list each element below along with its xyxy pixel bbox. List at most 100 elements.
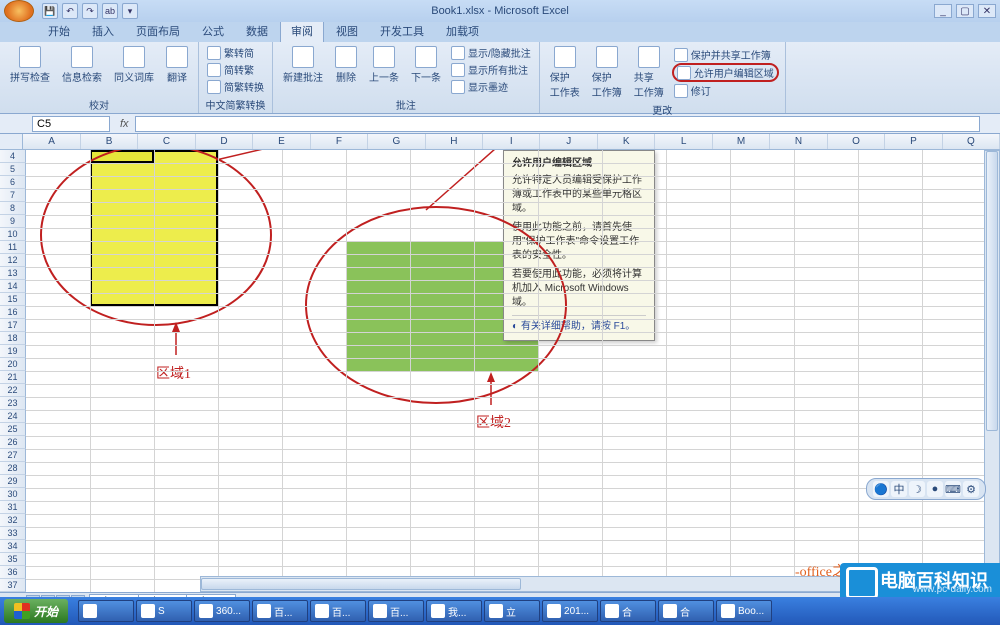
row-header[interactable]: 15 <box>0 293 26 306</box>
column-header[interactable]: L <box>655 134 712 149</box>
qat-dropdown-icon[interactable]: ▾ <box>122 3 138 19</box>
showink-button[interactable]: 显示墨迹 <box>449 78 533 95</box>
protect-sheet-button[interactable]: 保护 工作表 <box>546 44 584 101</box>
row-header[interactable]: 11 <box>0 241 26 254</box>
row-header[interactable]: 12 <box>0 254 26 267</box>
row-header[interactable]: 31 <box>0 501 26 514</box>
start-button[interactable]: 开始 <box>4 599 68 623</box>
close-button[interactable]: ✕ <box>978 4 996 18</box>
vertical-scrollbar[interactable] <box>984 150 1000 576</box>
ime-icon[interactable]: 🔵 <box>873 481 889 497</box>
column-header[interactable]: J <box>540 134 597 149</box>
row-header[interactable]: 27 <box>0 449 26 462</box>
new-comment-button[interactable]: 新建批注 <box>279 44 327 95</box>
ime-settings-icon[interactable]: ⚙ <box>963 481 979 497</box>
taskbar-item[interactable]: 201... <box>542 600 598 622</box>
tab-data[interactable]: 数据 <box>236 20 278 42</box>
column-header[interactable]: G <box>368 134 425 149</box>
row-header[interactable]: 5 <box>0 163 26 176</box>
column-header[interactable]: D <box>196 134 253 149</box>
save-icon[interactable]: 💾 <box>42 3 58 19</box>
tab-insert[interactable]: 插入 <box>82 20 124 42</box>
column-header[interactable]: E <box>253 134 310 149</box>
ime-toolbar[interactable]: 🔵 中 ☽ ● ⌨ ⚙ <box>866 478 986 500</box>
row-header[interactable]: 30 <box>0 488 26 501</box>
column-header[interactable]: M <box>713 134 770 149</box>
taskbar-item[interactable]: 360... <box>194 600 250 622</box>
conv-button[interactable]: 简繁转换 <box>205 78 266 95</box>
tab-view[interactable]: 视图 <box>326 20 368 42</box>
column-header[interactable]: H <box>426 134 483 149</box>
row-header[interactable]: 19 <box>0 345 26 358</box>
tab-layout[interactable]: 页面布局 <box>126 20 190 42</box>
row-header[interactable]: 10 <box>0 228 26 241</box>
ime-cn-icon[interactable]: 中 <box>891 481 907 497</box>
cells-area[interactable]: 允许用户编辑区域 允许特定人员编辑受保护工作簿或工作表中的某些单元格区域。 使用… <box>26 150 1000 592</box>
taskbar-item[interactable] <box>78 600 134 622</box>
row-header[interactable]: 35 <box>0 553 26 566</box>
research-button[interactable]: 信息检索 <box>58 44 106 86</box>
undo-icon[interactable]: ↶ <box>62 3 78 19</box>
row-header[interactable]: 14 <box>0 280 26 293</box>
row-header[interactable]: 21 <box>0 371 26 384</box>
row-header[interactable]: 7 <box>0 189 26 202</box>
row-header[interactable]: 8 <box>0 202 26 215</box>
column-header[interactable]: P <box>885 134 942 149</box>
fx-icon[interactable]: fx <box>114 118 135 130</box>
tab-home[interactable]: 开始 <box>38 20 80 42</box>
ime-punct-icon[interactable]: ● <box>927 481 943 497</box>
office-button[interactable] <box>4 0 34 22</box>
protect-book-button[interactable]: 保护 工作簿 <box>588 44 626 101</box>
t2s-button[interactable]: 繁转简 <box>205 44 266 61</box>
formula-input[interactable] <box>135 116 980 132</box>
worksheet-grid[interactable]: ABCDEFGHIJKLMNOPQ 4567891011121314151617… <box>0 134 1000 592</box>
column-header[interactable]: K <box>598 134 655 149</box>
translate-button[interactable]: 翻译 <box>162 44 192 86</box>
taskbar-item[interactable]: 立 <box>484 600 540 622</box>
row-header[interactable]: 23 <box>0 397 26 410</box>
showhide-comment-button[interactable]: 显示/隐藏批注 <box>449 44 533 61</box>
taskbar-item[interactable]: 合 <box>658 600 714 622</box>
name-box[interactable]: C5 <box>32 116 110 132</box>
row-header[interactable]: 16 <box>0 306 26 319</box>
minimize-button[interactable]: _ <box>934 4 952 18</box>
tab-developer[interactable]: 开发工具 <box>370 20 434 42</box>
row-header[interactable]: 24 <box>0 410 26 423</box>
taskbar-item[interactable]: 百... <box>310 600 366 622</box>
row-header[interactable]: 36 <box>0 566 26 579</box>
column-header[interactable]: O <box>828 134 885 149</box>
track-changes-button[interactable]: 修订 <box>672 82 779 99</box>
ime-moon-icon[interactable]: ☽ <box>909 481 925 497</box>
row-header[interactable]: 33 <box>0 527 26 540</box>
next-comment-button[interactable]: 下一条 <box>407 44 445 95</box>
delete-comment-button[interactable]: 删除 <box>331 44 361 95</box>
qat-item[interactable]: ab <box>102 3 118 19</box>
select-all-corner[interactable] <box>0 134 23 149</box>
scroll-thumb[interactable] <box>201 578 521 590</box>
allow-edit-ranges-button[interactable]: 允许用户编辑区域 <box>672 63 779 82</box>
row-header[interactable]: 9 <box>0 215 26 228</box>
maximize-button[interactable]: ▢ <box>956 4 974 18</box>
row-header[interactable]: 6 <box>0 176 26 189</box>
row-header[interactable]: 34 <box>0 540 26 553</box>
share-book-button[interactable]: 共享 工作簿 <box>630 44 668 101</box>
row-header[interactable]: 26 <box>0 436 26 449</box>
column-header[interactable]: I <box>483 134 540 149</box>
taskbar-item[interactable]: 百... <box>252 600 308 622</box>
protect-share-button[interactable]: 保护并共享工作簿 <box>672 46 779 63</box>
row-header[interactable]: 32 <box>0 514 26 527</box>
taskbar-item[interactable]: 我... <box>426 600 482 622</box>
row-header[interactable]: 13 <box>0 267 26 280</box>
column-header[interactable]: B <box>81 134 138 149</box>
column-header[interactable]: Q <box>943 134 1000 149</box>
prev-comment-button[interactable]: 上一条 <box>365 44 403 95</box>
column-header[interactable]: C <box>138 134 195 149</box>
thesaurus-button[interactable]: 同义词库 <box>110 44 158 86</box>
row-header[interactable]: 29 <box>0 475 26 488</box>
row-header[interactable]: 18 <box>0 332 26 345</box>
row-header[interactable]: 37 <box>0 579 26 592</box>
taskbar-item[interactable]: 百... <box>368 600 424 622</box>
row-header[interactable]: 20 <box>0 358 26 371</box>
tab-review[interactable]: 审阅 <box>280 19 324 42</box>
tab-addins[interactable]: 加载项 <box>436 20 489 42</box>
